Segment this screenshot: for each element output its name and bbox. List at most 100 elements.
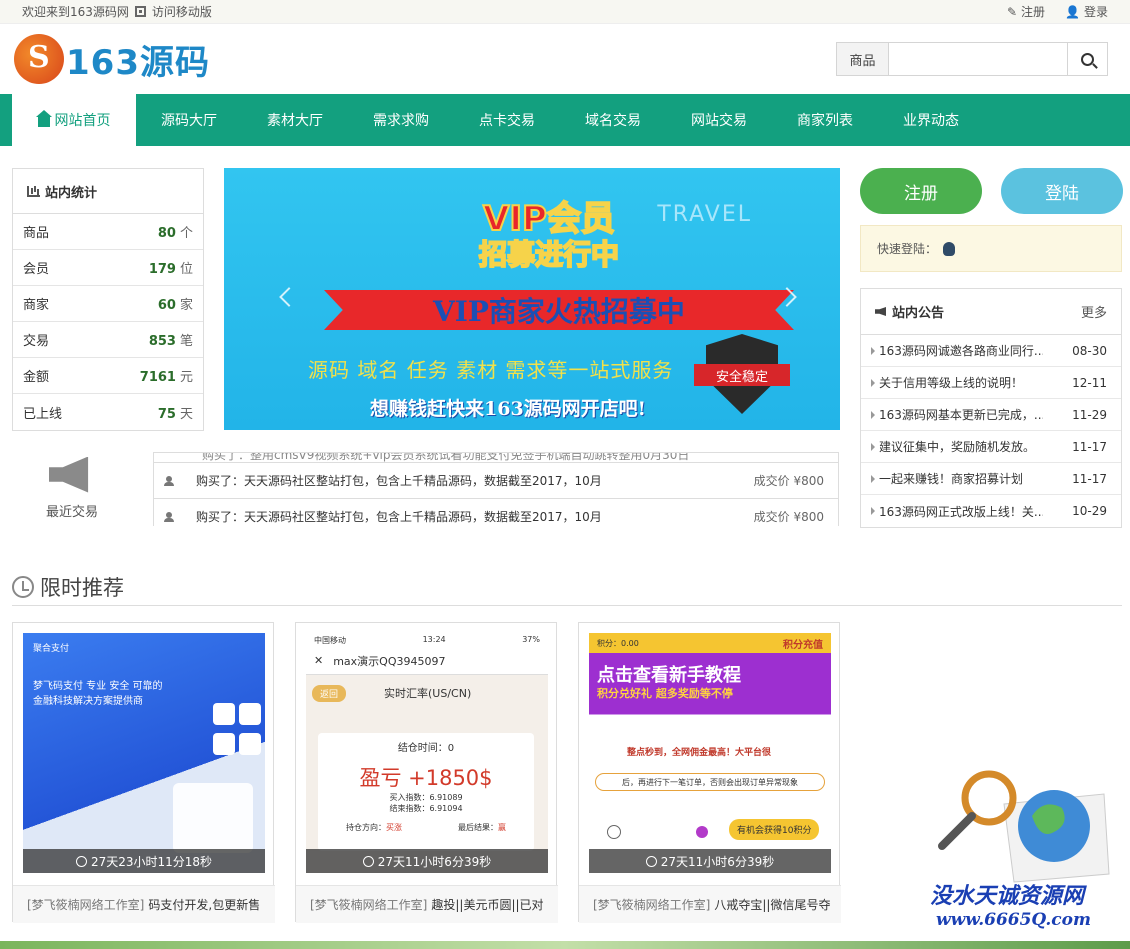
stat-row: 商品 80 个 [13, 214, 203, 250]
product-image[interactable]: 积分：0.00 积分充值 点击查看新手教程 积分兑好礼 超多奖励等不停 整点秒到，… [589, 633, 831, 873]
product-shop: [梦飞筱楠网络工作室] [27, 898, 145, 912]
recent-label-text: 最近交易 [45, 504, 98, 520]
promo-banner[interactable]: VIP会员 招募进行中 TRAVEL VIP商家火热招募中 源码 域名 任务 素… [224, 168, 840, 430]
phone-rate: 实时汇率(US/CN) [384, 687, 472, 700]
product-image[interactable]: 聚合支付 梦飞码支付 专业 安全 可靠的 金融科技解决方案提供商 [23, 633, 265, 873]
stat-unit: 位 [179, 262, 193, 277]
notice-item[interactable]: 163源码网正式改版上线！关... 10-29 [861, 495, 1121, 527]
phone-title: max演示QQ3945097 [333, 654, 446, 668]
header: 163源码 商品 [0, 24, 1130, 94]
quick-login-label: 快速登陆： [877, 242, 938, 256]
user-icon [164, 475, 174, 486]
card1-slogan: 梦飞码支付 专业 安全 可靠的 金融科技解决方案提供商 [33, 681, 163, 707]
login-link[interactable]: 👤 登录 [1065, 3, 1108, 20]
loudspeaker-icon [49, 456, 89, 493]
notice-item[interactable]: 163源码网基本更新已完成，... 11-29 [861, 399, 1121, 431]
stat-row: 金额 7161 元 [13, 358, 203, 394]
app-win-button: 有机会获得10积分 [729, 819, 820, 840]
notice-item[interactable]: 关于信用等级上线的说明！ 12-11 [861, 367, 1121, 399]
nav-item-website[interactable]: 网站交易 [666, 94, 772, 146]
notice-item[interactable]: 一起来赚钱！商家招募计划 11-17 [861, 463, 1121, 495]
product-shop: [梦飞筱楠网络工作室] [593, 898, 711, 912]
phone-status-bar: 中国移动 13:24 37% [306, 633, 548, 647]
limited-recommend-header: 限时推荐 [12, 568, 1122, 606]
trade-text: 购买了：天天源码社区整站打包，包含上千精品源码，数据截至2017，10月 [196, 474, 602, 488]
product-title[interactable]: [梦飞筱楠网络工作室] 码支付开发,包更新售 [13, 885, 275, 923]
recent-trades-list: 购买了：整用cmsV9视频系统+vip会员系统试看功能支付免签手机端自动跳转整用… [153, 452, 839, 526]
trade-text: 购买了：天天源码社区整站打包，包含上千精品源码，数据截至2017，10月 [196, 510, 602, 524]
phone-mockup [173, 783, 253, 853]
trade-price: 成交价 ¥800 [753, 510, 824, 524]
status-time: 13:24 [422, 635, 446, 644]
vip-badge-icon: VIP会员 招募进行中 [478, 198, 620, 270]
register-link[interactable]: ✎ 注册 [1007, 3, 1045, 20]
dialog-close-time: 结仓时间：0 [397, 743, 455, 754]
trade-price: 成交价 ¥800 [753, 474, 824, 488]
stat-unit: 家 [179, 298, 193, 313]
megaphone-icon [875, 307, 886, 316]
product-name: 趣投||美元币圆||已对 [431, 898, 544, 912]
countdown-text: 27天11小时6分39秒 [377, 854, 492, 869]
stepper-icon [607, 825, 621, 839]
status-carrier: 中国移动 [314, 636, 346, 645]
trade-row[interactable]: 购买了：天天源码社区整站打包，包含上千精品源码，数据截至2017，10月 成交价… [153, 463, 839, 499]
app-subheadline: 积分兑好礼 超多奖励等不停 [597, 687, 733, 700]
notice-item[interactable]: 建议征集中，奖励随机发放。 11-17 [861, 431, 1121, 463]
stat-unit: 笔 [179, 334, 193, 349]
nav-item-news[interactable]: 业界动态 [878, 94, 984, 146]
welcome-text: 欢迎来到163源码网 [22, 5, 129, 19]
site-logo[interactable]: 163源码 [14, 34, 210, 84]
payment-icons [213, 703, 235, 725]
countdown-text: 27天11小时6分39秒 [660, 854, 775, 869]
product-name: 码支付开发,包更新售 [148, 898, 261, 912]
notice-more-link[interactable]: 更多 [1081, 302, 1107, 321]
trade-row[interactable]: 购买了：天天源码社区整站打包，包含上千精品源码，数据截至2017，10月 成交价… [153, 499, 839, 526]
dialog-result-value: 赢 [498, 823, 506, 832]
register-button[interactable]: 注册 [860, 168, 982, 214]
nav-item-domain[interactable]: 域名交易 [560, 94, 666, 146]
app-points: 积分：0.00 [597, 638, 639, 648]
pencil-icon: ✎ [1006, 4, 1018, 19]
stat-label: 金额 [23, 370, 50, 385]
app-recharge: 积分充值 [783, 639, 823, 651]
product-card[interactable]: 中国移动 13:24 37% ✕ max演示QQ3945097 返回 实时汇率(US/… [295, 622, 558, 923]
site-stats-panel: 站内统计 商品 80 个 会员 179 位 商家 60 家 交易 853 笔 金额 7161 元 已… [12, 168, 204, 431]
svg-text:招募进行中: 招募进行中 [479, 238, 619, 270]
product-card[interactable]: 积分：0.00 积分充值 点击查看新手教程 积分兑好礼 超多奖励等不停 整点秒到，… [578, 622, 841, 923]
nav-item-material[interactable]: 素材大厅 [242, 94, 348, 146]
stat-value: 75 [157, 406, 176, 422]
product-card[interactable]: 聚合支付 梦飞码支付 专业 安全 可靠的 金融科技解决方案提供商 27天23小时… [12, 622, 275, 923]
stat-value: 853 [148, 334, 176, 349]
product-image[interactable]: 中国移动 13:24 37% ✕ max演示QQ3945097 返回 实时汇率(US/… [306, 633, 548, 873]
login-button[interactable]: 登陆 [1001, 168, 1123, 214]
notice-text: 163源码网正式改版上线！关... [871, 503, 1043, 520]
banner-prev-arrow[interactable] [279, 287, 299, 307]
search-category-select[interactable]: 商品 [837, 43, 889, 75]
dialog-profit: 盈亏 +1850$ [359, 766, 493, 790]
close-icon: ✕ [314, 654, 324, 667]
stat-row: 商家 60 家 [13, 286, 203, 322]
product-title[interactable]: [梦飞筱楠网络工作室] 八戒夺宝||微信尾号夺 [579, 885, 841, 923]
qq-icon[interactable] [943, 241, 956, 256]
stat-row: 交易 853 笔 [13, 322, 203, 358]
stat-label: 商家 [23, 298, 50, 313]
nav-item-home[interactable]: 网站首页 [12, 94, 136, 146]
countdown-timer: 27天23小时11分18秒 [23, 849, 265, 873]
mobile-link[interactable]: 访问移动版 [152, 3, 212, 20]
nav-item-card-trade[interactable]: 点卡交易 [454, 94, 560, 146]
dialog-buy-index: 买入指数：6.91089 [389, 793, 463, 802]
dialog-end-index: 结束指数：6.91094 [389, 804, 463, 813]
top-bar: 欢迎来到163源码网 访问移动版 ✎ 注册 👤 登录 [0, 0, 1130, 24]
search-button[interactable] [1067, 43, 1107, 75]
product-title[interactable]: [梦飞筱楠网络工作室] 趣投||美元币圆||已对 [296, 885, 558, 923]
nav-item-source[interactable]: 源码大厅 [136, 94, 242, 146]
bottom-strip [0, 941, 1130, 949]
login-link-label: 登录 [1083, 5, 1108, 19]
notice-item[interactable]: 163源码网诚邀各路商业同行... 08-30 [861, 335, 1121, 367]
nav-item-demand[interactable]: 需求求购 [348, 94, 454, 146]
nav-item-merchants[interactable]: 商家列表 [772, 94, 878, 146]
product-shop: [梦飞筱楠网络工作室] [310, 898, 428, 912]
notice-text: 建议征集中，奖励随机发放。 [871, 438, 1043, 455]
search-input[interactable] [889, 43, 1067, 75]
phone-title-bar: ✕ max演示QQ3945097 [306, 647, 548, 675]
